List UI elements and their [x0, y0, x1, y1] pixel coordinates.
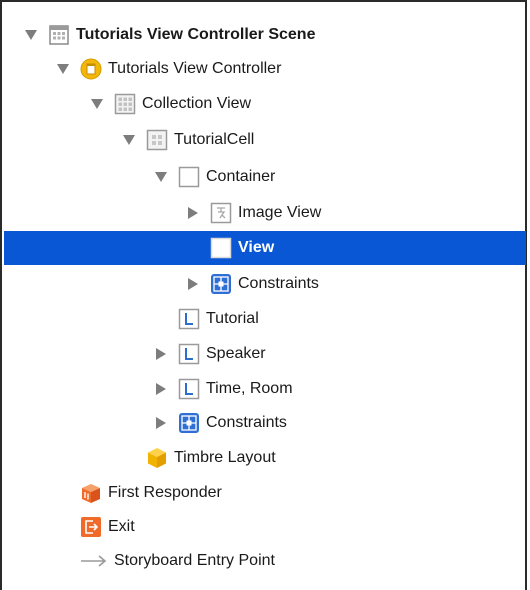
outline-item-label: Tutorial [206, 310, 259, 327]
outline-item-label: Timbre Layout [174, 449, 276, 466]
disclosure-triangle-expanded-icon[interactable] [122, 133, 136, 147]
outline-item-exit[interactable]: Exit [4, 510, 526, 544]
scene-icon [49, 25, 69, 45]
outline-item-label: Exit [108, 518, 135, 535]
view-controller-icon [80, 58, 102, 80]
outline-item-label: Tutorials View Controller Scene [76, 26, 316, 43]
outline-item-timbre-layout[interactable]: Timbre Layout [4, 441, 526, 475]
outline-item-storyboard-entry-point[interactable]: Storyboard Entry Point [4, 544, 526, 578]
arrow-icon [81, 555, 107, 567]
constraints-icon [211, 274, 231, 294]
exit-icon [81, 517, 101, 537]
collection-view-icon [114, 93, 136, 115]
outline-item-tutorialcell[interactable]: TutorialCell [4, 123, 526, 157]
disclosure-triangle-collapsed-icon[interactable] [154, 416, 168, 430]
disclosure-triangle-collapsed-icon[interactable] [154, 382, 168, 396]
disclosure-triangle-expanded-icon[interactable] [56, 62, 70, 76]
cube-icon [148, 448, 166, 468]
outline-item-speaker[interactable]: Speaker [4, 337, 526, 371]
document-outline: Tutorials View Controller Scene Tutorial… [0, 0, 527, 590]
disclosure-triangle-expanded-icon[interactable] [90, 97, 104, 111]
label-icon [178, 308, 200, 330]
constraints-icon [179, 413, 199, 433]
label-icon [178, 378, 200, 400]
outline-item-label: Speaker [206, 345, 266, 362]
outline-item-label: Storyboard Entry Point [114, 552, 275, 569]
view-icon [178, 166, 200, 188]
outline-item-constraints[interactable]: Constraints [4, 406, 526, 440]
outline-item-label: Collection View [142, 95, 252, 112]
outline-item-label: Container [206, 168, 276, 185]
disclosure-triangle-collapsed-icon[interactable] [154, 347, 168, 361]
outline-item-label: View [238, 239, 275, 256]
outline-item-tutorials-view-controller[interactable]: Tutorials View Controller [4, 52, 526, 86]
disclosure-triangle-collapsed-icon[interactable] [186, 277, 200, 291]
outline-item-first-responder[interactable]: First Responder [4, 476, 526, 510]
first-responder-icon [82, 484, 100, 503]
outline-item-container[interactable]: Container [4, 160, 526, 194]
outline-item-label: TutorialCell [174, 131, 255, 148]
outline-item-collection-view[interactable]: Collection View [4, 87, 526, 121]
outline-item-label: First Responder [108, 484, 222, 501]
outline-item-label: Constraints [238, 275, 319, 292]
disclosure-triangle-expanded-icon[interactable] [24, 28, 38, 42]
disclosure-triangle-collapsed-icon[interactable] [186, 206, 200, 220]
disclosure-triangle-expanded-icon[interactable] [154, 170, 168, 184]
outline-item-label: Image View [238, 204, 322, 221]
view-icon [210, 237, 232, 259]
outline-item-tutorials-view-controller-scene[interactable]: Tutorials View Controller Scene [4, 18, 526, 52]
outline-item-tutorial[interactable]: Tutorial [4, 302, 526, 336]
collection-cell-icon [146, 129, 168, 151]
outline-item-image-view[interactable]: Image View [4, 196, 526, 230]
outline-item-constraints[interactable]: Constraints [4, 267, 526, 301]
outline-item-view-selected[interactable]: View [4, 231, 526, 265]
outline-item-label: Tutorials View Controller [108, 60, 282, 77]
outline-item-time-room[interactable]: Time, Room [4, 372, 526, 406]
outline-item-label: Time, Room [206, 380, 293, 397]
label-icon [178, 343, 200, 365]
image-view-icon [210, 202, 232, 224]
outline-item-label: Constraints [206, 414, 287, 431]
